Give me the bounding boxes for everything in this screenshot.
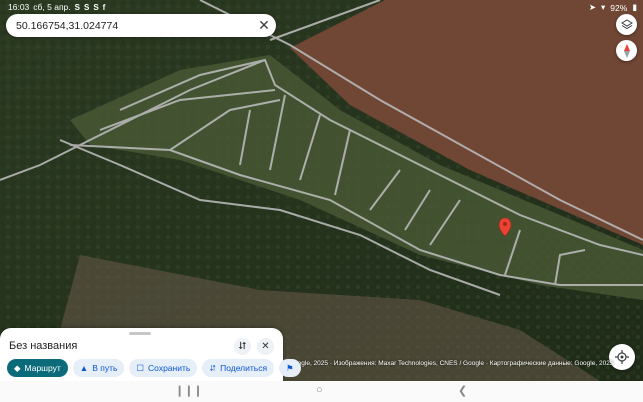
status-time: 16:03 xyxy=(8,2,30,12)
compass-icon xyxy=(623,43,630,58)
close-sheet-button[interactable]: ✕ xyxy=(257,338,274,355)
map-view[interactable] xyxy=(0,0,643,381)
share-icon: ⮃ xyxy=(209,362,217,373)
search-bar[interactable]: 50.166754,31.024774 ✕ xyxy=(6,14,276,37)
start-button[interactable]: ▲ В путь xyxy=(72,359,125,377)
share-button[interactable]: ⮃ Поделиться xyxy=(202,359,275,377)
my-location-icon xyxy=(615,350,629,364)
share-label: Поделиться xyxy=(220,363,268,373)
notification-icon: f xyxy=(102,2,106,12)
home-icon[interactable]: ○ xyxy=(316,384,323,396)
route-button[interactable]: ◆ Маршрут xyxy=(7,359,68,377)
map-attribution: Google, 2025 · Изображения: Maxar Techno… xyxy=(289,360,614,367)
status-date: сб, 5 апр. xyxy=(33,2,71,12)
place-sheet[interactable]: Без названия ⮃ ✕ ◆ Маршрут ▲ В путь ☐ Со… xyxy=(0,328,301,381)
more-actions-button[interactable]: ⚑ xyxy=(279,359,301,377)
flag-icon: ⚑ xyxy=(286,362,294,373)
system-nav-bar: ❙❙❙ ○ ❮ xyxy=(0,381,643,402)
battery-icon: ▮ xyxy=(632,2,637,12)
back-icon[interactable]: ❮ xyxy=(458,384,467,397)
share-icon: ⮃ xyxy=(238,341,247,352)
layers-button[interactable] xyxy=(616,14,637,35)
notification-icon: S xyxy=(83,2,90,12)
close-icon[interactable]: ✕ xyxy=(252,17,276,34)
wifi-icon: ▾ xyxy=(601,2,606,12)
directions-icon: ◆ xyxy=(14,362,21,373)
save-label: Сохранить xyxy=(148,363,191,373)
close-icon: ✕ xyxy=(261,341,270,352)
start-label: В путь xyxy=(92,363,118,373)
bookmark-icon: ☐ xyxy=(136,362,145,373)
location-status-icon: ➤ xyxy=(588,2,597,12)
place-title: Без названия xyxy=(9,340,78,352)
status-bar: 16:03 сб, 5 апр. S S S f ➤ ▾ 92% ▮ xyxy=(0,0,643,13)
notification-icon: S xyxy=(93,2,99,12)
drag-handle[interactable] xyxy=(129,332,151,335)
search-query[interactable]: 50.166754,31.024774 xyxy=(16,20,252,32)
navigation-arrow-icon: ▲ xyxy=(79,363,89,373)
notification-icon: S xyxy=(74,2,80,12)
layers-icon xyxy=(620,18,633,29)
route-label: Маршрут xyxy=(24,363,61,373)
share-header-button[interactable]: ⮃ xyxy=(234,338,251,355)
save-button[interactable]: ☐ Сохранить xyxy=(129,359,198,377)
recent-apps-icon[interactable]: ❙❙❙ xyxy=(175,384,203,397)
compass-button[interactable] xyxy=(616,40,637,61)
battery-level: 92% xyxy=(610,2,628,13)
